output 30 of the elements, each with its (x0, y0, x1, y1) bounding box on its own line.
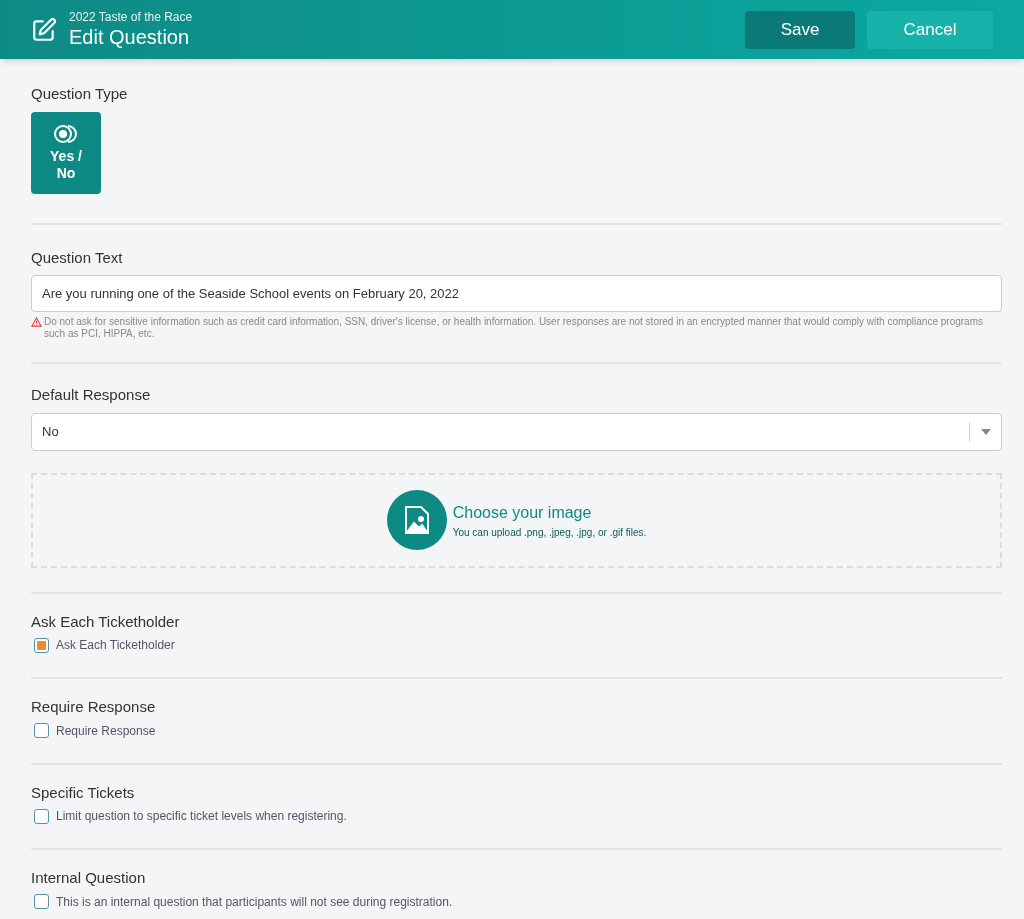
section-heading: Require Response (31, 697, 157, 717)
checkbox-label: Ask Each Ticketholder (56, 637, 175, 654)
checkbox[interactable] (34, 723, 49, 738)
image-upload-area[interactable]: Choose your image You can upload .png, .jpeg, .jpg, or .gif files. (31, 472, 1002, 568)
section-heading: Internal Question (31, 868, 147, 888)
question-type-tile[interactable]: Yes / No (31, 111, 101, 194)
section-heading: Ask Each Ticketholder (31, 611, 181, 632)
question-text-field[interactable]: Are you running one of the Seaside School events on February 20, 2022 (31, 275, 1002, 312)
checkbox[interactable] (34, 808, 49, 824)
upload-title[interactable]: Choose your image (452, 500, 647, 525)
page-title: Edit Question (69, 24, 191, 50)
checkbox-label: This is an internal question that participants will not see during registration. (56, 893, 453, 911)
warning-text: Do not ask for sensitive information such as credit card information, SSN, driver's license, or health information. User responses are not stored in an encrypted manner that would comply with compliance programs such as PCI, HIPPA, etc. (44, 316, 984, 340)
default-response-select[interactable]: No (31, 412, 1002, 451)
cancel-button[interactable]: Cancel (867, 10, 993, 49)
radio-icon (53, 123, 79, 144)
section-heading: Question Type (31, 84, 129, 104)
checkbox-label: Require Response (56, 722, 156, 740)
checkbox-label: Limit question to specific ticket levels when registering. (56, 808, 347, 825)
edit-icon (31, 16, 57, 43)
caret-icon (980, 428, 991, 435)
upload-hint: You can upload .png, .jpeg, .jpg, or .gif files. (452, 525, 647, 540)
checkbox[interactable] (34, 637, 49, 653)
section-heading: Question Text (31, 247, 124, 268)
save-button[interactable]: Save (745, 10, 855, 49)
section-heading: Specific Tickets (31, 782, 136, 803)
section-heading: Default Response (31, 385, 152, 405)
checkbox[interactable] (34, 894, 49, 909)
warning-icon (31, 317, 42, 327)
event-name: 2022 Taste of the Race (69, 9, 193, 25)
